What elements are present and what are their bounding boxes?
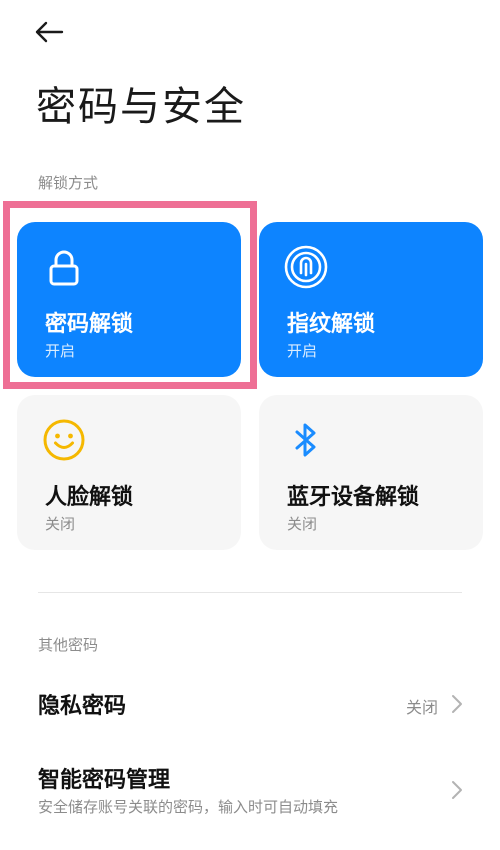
section-divider bbox=[38, 592, 462, 593]
face-unlock-tile[interactable]: 人脸解锁 关闭 bbox=[17, 395, 241, 550]
arrow-left-icon bbox=[34, 21, 64, 47]
bluetooth-icon bbox=[283, 417, 329, 463]
tile-status: 开启 bbox=[287, 342, 318, 360]
privacy-password-row[interactable]: 隐私密码 关闭 bbox=[0, 670, 500, 736]
fingerprint-icon bbox=[283, 244, 329, 290]
lock-icon bbox=[41, 244, 87, 290]
chevron-right-icon bbox=[450, 780, 464, 800]
row-subtitle: 安全储存账号关联的密码，输入时可自动填充 bbox=[38, 798, 339, 816]
smile-icon bbox=[41, 417, 87, 463]
tile-status: 开启 bbox=[45, 342, 76, 360]
tile-title: 指纹解锁 bbox=[287, 312, 376, 337]
bluetooth-unlock-tile[interactable]: 蓝牙设备解锁 关闭 bbox=[259, 395, 483, 550]
tile-status: 关闭 bbox=[45, 515, 76, 533]
smart-password-manager-row[interactable]: 智能密码管理 安全储存账号关联的密码，输入时可自动填充 bbox=[0, 752, 500, 832]
tile-title: 密码解锁 bbox=[45, 312, 134, 337]
password-unlock-tile[interactable]: 密码解锁 开启 bbox=[17, 222, 241, 377]
section-label-unlock-methods: 解锁方式 bbox=[38, 174, 99, 192]
tile-status: 关闭 bbox=[287, 515, 318, 533]
chevron-right-icon bbox=[450, 694, 464, 714]
row-title: 智能密码管理 bbox=[38, 768, 171, 793]
page-title: 密码与安全 bbox=[36, 84, 246, 130]
row-title: 隐私密码 bbox=[38, 694, 127, 719]
back-button[interactable] bbox=[34, 14, 74, 54]
section-label-other-passwords: 其他密码 bbox=[38, 636, 99, 654]
tile-title: 人脸解锁 bbox=[45, 485, 134, 510]
fingerprint-unlock-tile[interactable]: 指纹解锁 开启 bbox=[259, 222, 483, 377]
tile-title: 蓝牙设备解锁 bbox=[287, 485, 420, 510]
row-value: 关闭 bbox=[405, 698, 438, 717]
